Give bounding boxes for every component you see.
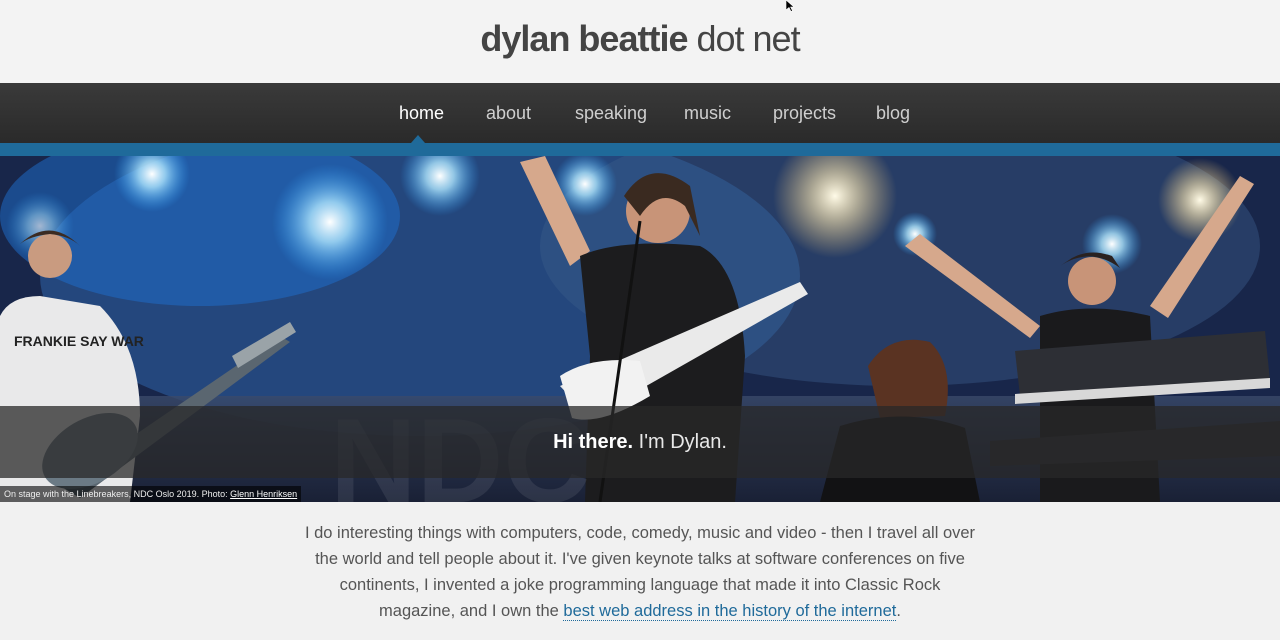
shirt-print: FRANKIE SAY WAR bbox=[14, 333, 144, 349]
nav-home[interactable]: home bbox=[399, 83, 444, 143]
greeting-bold: Hi there. bbox=[553, 430, 634, 453]
site-header: dylan beattie dot net bbox=[0, 0, 1280, 83]
nav-projects[interactable]: projects bbox=[773, 83, 836, 143]
nav-blog[interactable]: blog bbox=[876, 83, 910, 143]
nav-about[interactable]: about bbox=[486, 83, 531, 143]
intro-tail: . bbox=[896, 602, 901, 620]
main-nav: home about speaking music projects blog bbox=[0, 83, 1280, 143]
photo-credit-text: On stage with the Linebreakers, NDC Oslo… bbox=[4, 489, 231, 499]
site-title-bold: dylan beattie bbox=[480, 17, 688, 59]
site-title-light: dot net bbox=[696, 17, 800, 59]
accent-bar bbox=[0, 143, 1280, 156]
nav-speaking[interactable]: speaking bbox=[575, 83, 647, 143]
mouse-cursor-icon bbox=[786, 0, 795, 12]
photo-credit: On stage with the Linebreakers, NDC Oslo… bbox=[0, 486, 302, 502]
greeting-rest: I'm Dylan. bbox=[633, 430, 727, 453]
intro-paragraph: I do interesting things with computers, … bbox=[300, 520, 980, 624]
photo-credit-link[interactable]: Glenn Henriksen bbox=[230, 489, 297, 499]
hero-banner: FRANKIE SAY WAR Hi there. I'm Dylan. bbox=[0, 156, 1280, 502]
site-title[interactable]: dylan beattie dot net bbox=[480, 17, 800, 59]
nav-music[interactable]: music bbox=[684, 83, 731, 143]
active-nav-indicator bbox=[411, 135, 425, 143]
greeting: Hi there. I'm Dylan. bbox=[553, 431, 727, 454]
intro-link[interactable]: best web address in the history of the i… bbox=[563, 602, 897, 621]
greeting-band: Hi there. I'm Dylan. bbox=[0, 406, 1280, 478]
